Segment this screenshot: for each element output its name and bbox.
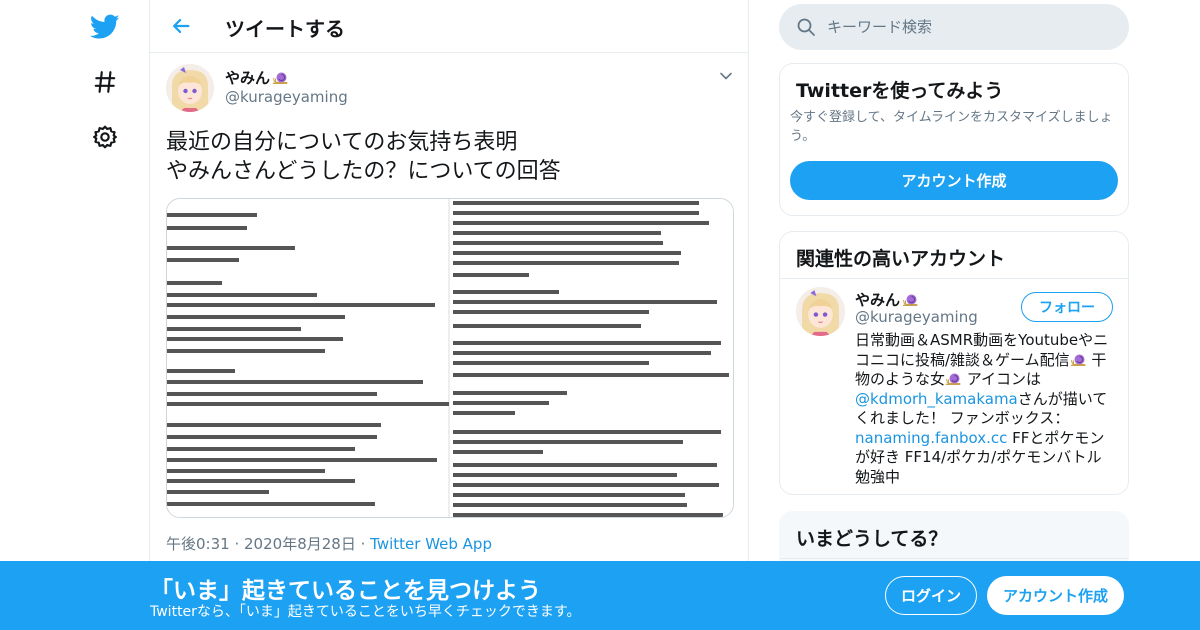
signup-card: Twitterを使ってみよう 今すぐ登録して、タイムラインをカスタマイズしましょ… bbox=[779, 63, 1129, 216]
tweet-media-image[interactable] bbox=[166, 198, 734, 518]
follow-button[interactable]: フォロー bbox=[1021, 292, 1113, 322]
tweet-text-line: 最近の自分についてのお気持ち表明 bbox=[166, 130, 518, 155]
account-handle[interactable]: @kurageyaming bbox=[855, 308, 978, 326]
create-account-button[interactable]: アカウント作成 bbox=[790, 161, 1118, 200]
bottom-bar-subtitle: Twitterなら、「いま」起きていることをいち早くチェックできます。 bbox=[150, 604, 581, 620]
divider bbox=[780, 278, 1128, 279]
account-name[interactable]: やみん bbox=[855, 289, 919, 310]
snail-emoji-icon bbox=[902, 292, 919, 307]
author-handle[interactable]: @kurageyaming bbox=[225, 88, 348, 106]
related-accounts-card: 関連性の高いアカウント やみん @kurageyaming フォロー 日常動画＆… bbox=[779, 231, 1129, 495]
avatar[interactable] bbox=[796, 287, 845, 336]
signup-button[interactable]: アカウント作成 bbox=[987, 576, 1124, 615]
account-bio: 日常動画＆ASMR動画をYoutubeやニコニコに投稿/雑談＆ゲーム配信 干物の… bbox=[855, 331, 1115, 487]
search-input[interactable] bbox=[827, 12, 1107, 42]
hashtag-icon[interactable] bbox=[82, 59, 128, 105]
tweet-column: ツイートする やみん @kurageyaming 最近の自分についてのお気持ち表… bbox=[149, 0, 749, 630]
tweet-date[interactable]: 2020年8月28日 bbox=[244, 535, 356, 553]
page-title: ツイートする bbox=[225, 17, 345, 41]
twitter-bird-icon[interactable] bbox=[82, 4, 128, 50]
chevron-down-icon[interactable] bbox=[718, 68, 734, 84]
signup-card-description: 今すぐ登録して、タイムラインをカスタマイズしましょう。 bbox=[790, 110, 1113, 144]
page-header: ツイートする bbox=[150, 0, 748, 53]
bottom-signup-bar: 「いま」起きていることを見つけよう Twitterなら、「いま」起きていることを… bbox=[0, 561, 1200, 630]
bottom-bar-title: 「いま」起きていることを見つけよう bbox=[150, 578, 541, 604]
author-name[interactable]: やみん bbox=[225, 67, 289, 88]
account-name-text: やみん bbox=[855, 291, 901, 309]
tweet-metadata: 午後0:31 · 2020年8月28日 · Twitter Web App bbox=[166, 533, 492, 554]
separator-dot: · bbox=[234, 535, 245, 553]
tweet-text: 最近の自分についてのお気持ち表明 やみんさんどうしたの？についての回答 bbox=[166, 128, 726, 186]
related-accounts-title: 関連性の高いアカウント bbox=[796, 248, 1006, 270]
separator-dot: · bbox=[360, 535, 371, 553]
search-icon bbox=[797, 18, 815, 36]
bio-mention-link[interactable]: @kdmorh_kamakama bbox=[855, 390, 1018, 408]
bio-fanbox-link[interactable]: nanaming.fanbox.cc bbox=[855, 429, 1007, 447]
signup-card-title: Twitterを使ってみよう bbox=[796, 80, 1004, 102]
gear-icon[interactable] bbox=[82, 114, 128, 160]
trends-title: いまどうしてる？ bbox=[796, 528, 948, 550]
bio-text: アイコンは bbox=[962, 370, 1042, 388]
avatar[interactable] bbox=[166, 64, 214, 112]
tweet-text-line: やみんさんどうしたの？についての回答 bbox=[166, 159, 561, 184]
back-arrow-icon[interactable] bbox=[166, 11, 196, 41]
snail-emoji-icon bbox=[272, 70, 289, 85]
author-name-text: やみん bbox=[225, 69, 271, 87]
left-navigation bbox=[0, 0, 150, 630]
divider bbox=[780, 558, 1128, 559]
snail-emoji-icon bbox=[1070, 352, 1087, 367]
text-image-preview bbox=[167, 199, 733, 517]
tweet-source-link[interactable]: Twitter Web App bbox=[370, 535, 492, 553]
snail-emoji-icon bbox=[945, 371, 962, 386]
search-box[interactable] bbox=[779, 4, 1129, 50]
tweet-time[interactable]: 午後0:31 bbox=[166, 535, 230, 553]
login-button[interactable]: ログイン bbox=[885, 576, 977, 615]
